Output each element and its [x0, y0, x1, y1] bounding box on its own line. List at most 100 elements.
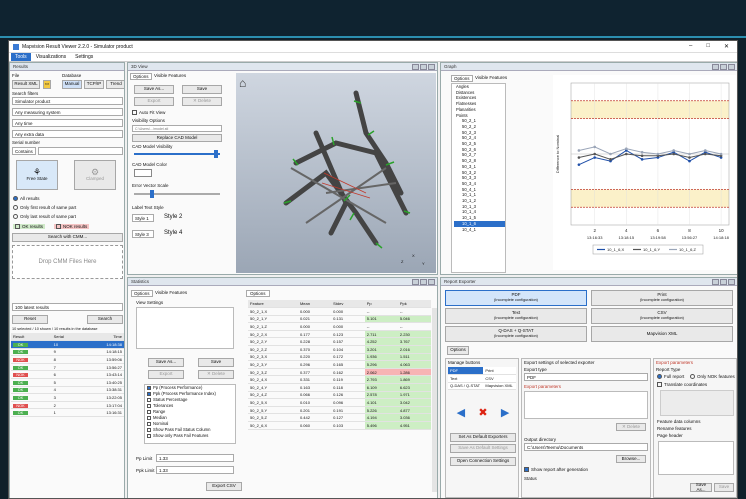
search-cmm-button[interactable]: Search with CMM... [12, 233, 123, 242]
export-params-list[interactable] [524, 391, 648, 419]
trend-button[interactable]: Trend [106, 80, 124, 89]
result-xml-button[interactable]: Result XML [12, 80, 40, 89]
stats-col-feature[interactable]: Feature [248, 300, 298, 309]
page-header-box[interactable] [658, 441, 734, 475]
replace-cad-button[interactable]: Replace CAD Model [132, 134, 222, 142]
export-delete-button[interactable]: ✕ Delete [616, 423, 646, 431]
table-row[interactable]: 50_2_3,Y 0.296 0.165 5.296 4.063 [248, 360, 431, 369]
show-report-check[interactable]: Show report after generation [524, 467, 588, 473]
table-row[interactable]: 50_2_4,Z 0.066 0.126 2.578 1.971 [248, 391, 431, 400]
panel-min-icon[interactable] [712, 278, 719, 285]
exporter-button[interactable]: PDF (Incomplete configuration) [445, 290, 587, 306]
contains-select[interactable]: Contains [12, 147, 36, 155]
latest-results-select[interactable]: 100 latest results [12, 303, 123, 311]
stats-options-button[interactable]: Options [246, 290, 270, 297]
panel-min-icon[interactable] [412, 63, 419, 70]
panel-max-icon[interactable] [420, 63, 427, 70]
ok-results-check[interactable]: OK results [13, 224, 46, 230]
tab-options[interactable]: Options [130, 73, 152, 80]
viewport-3d[interactable]: ⌂ Z X Y [236, 73, 436, 273]
minimize-button[interactable]: – [689, 43, 692, 50]
panel-max-icon[interactable] [420, 278, 427, 285]
panel-max-icon[interactable] [720, 278, 727, 285]
exporter-button[interactable]: Mapvision XML [591, 326, 733, 342]
cad-color-swatch[interactable] [134, 169, 152, 177]
folder-icon[interactable]: ▭ [43, 80, 51, 89]
table-row[interactable]: 50_2_4,Y 0.163 0.118 6.109 6.623 [248, 383, 431, 392]
menu-tools[interactable]: Tools [11, 53, 31, 61]
table-row[interactable]: OK 1 13:16:31 [11, 408, 124, 418]
panel-close-icon[interactable] [728, 278, 735, 285]
panel-max-icon[interactable] [720, 63, 727, 70]
product-filter[interactable]: Simulator product [12, 97, 123, 105]
panel-min-icon[interactable] [712, 63, 719, 70]
manual-button[interactable]: Manual [62, 80, 82, 89]
stats-save-as-button[interactable]: Save As... [148, 358, 184, 367]
table-row[interactable]: NOK 6 13:43:14 [11, 370, 124, 380]
extra-data-filter[interactable]: Any extra data [12, 130, 123, 138]
style4-option[interactable]: Style 4 [164, 230, 182, 236]
panel-close-icon[interactable] [428, 63, 435, 70]
drop-zone[interactable]: Drop CMM Files Here [12, 245, 123, 279]
error-scale-handle[interactable] [150, 190, 154, 198]
stats-export-button[interactable]: Export [148, 370, 184, 379]
table-row[interactable]: 50_2_2,X 0.177 0.123 2.711 2.230 [248, 330, 431, 339]
only-nok-radio[interactable]: Only NOK features [690, 374, 735, 380]
panel-min-icon[interactable] [412, 278, 419, 285]
table-row[interactable]: OK 7 13:56:27 [11, 363, 124, 372]
pp-limit-input[interactable]: 1.33 [156, 454, 234, 462]
nok-results-check[interactable]: NOK results [54, 224, 90, 230]
translate-check[interactable]: Translate coordinates [657, 382, 707, 388]
view-export-button[interactable]: Export [134, 97, 174, 106]
graph-chart[interactable]: 2 13:16:33 4 13:18:15 6 13:19:58 8 13:56:27 10 14… [553, 75, 736, 270]
stats-tab-options[interactable]: Options [131, 290, 153, 297]
tcp-ip-button[interactable]: TCP/IP [84, 80, 104, 89]
radio-first[interactable]: Only first result of same part [13, 205, 76, 211]
style2-option[interactable]: Style 2 [164, 214, 182, 220]
view-save-as-button[interactable]: Save As... [134, 85, 174, 94]
table-row[interactable]: 50_2_1,X 0.000 0.000 -- -- [248, 307, 431, 316]
table-row[interactable]: 50_2_3,Z 0.377 0.162 2.062 1.286 [248, 368, 431, 377]
time-filter[interactable]: Any time [12, 119, 123, 127]
stats-tab-visible[interactable]: Visible Features [153, 290, 189, 295]
full-report-radio[interactable]: Full report [657, 374, 684, 380]
open-connection-button[interactable]: Open Connection Settings [450, 457, 516, 466]
tree-item[interactable]: 10_4_1 [454, 227, 505, 233]
table-row[interactable]: OK 5 13:40:25 [11, 378, 124, 387]
translate-fields[interactable] [660, 390, 734, 416]
feature-tree[interactable]: Angles Distances Existences Flatnesses Plana… [451, 83, 506, 273]
col-time[interactable]: Time [82, 333, 124, 342]
exporter-button[interactable]: CSV (Incomplete configuration) [591, 308, 733, 324]
export-type-select[interactable]: PDF [524, 373, 648, 381]
exporter-button[interactable]: Print (Incomplete configuration) [591, 290, 733, 306]
table-row[interactable]: 50_2_6,X 0.060 0.103 5.496 4.951 [248, 421, 431, 430]
browse-button[interactable]: Browse... [616, 455, 646, 463]
save-default-settings-button[interactable]: Save As Default Settings [450, 444, 516, 453]
ppk-limit-input[interactable]: 1.33 [156, 466, 234, 474]
params-save-as-button[interactable]: Save As... [690, 482, 712, 492]
table-row[interactable]: 50_2_4,X 0.331 0.119 2.793 1.869 [248, 375, 431, 385]
cad-visibility-handle[interactable] [214, 150, 218, 158]
stats-col-ppk[interactable]: Ppk [397, 300, 431, 309]
table-row[interactable]: OK 4 13:38:31 [11, 386, 124, 395]
list-item[interactable]: PDF Print [448, 367, 516, 376]
table-row[interactable]: NOK 8 13:59:06 [11, 355, 124, 364]
autofit-check[interactable]: Auto Fit View [132, 110, 165, 116]
stats-scrollbar[interactable] [432, 308, 437, 492]
table-row[interactable]: 50_2_5,Y 0.201 0.191 5.226 4.877 [248, 406, 431, 415]
style3-option[interactable]: Style 3 [132, 230, 154, 238]
clamped-button[interactable]: ⚙ Clamped [74, 160, 116, 190]
menu-visualizations[interactable]: Visualizations [32, 53, 70, 61]
col-serial[interactable]: Serial [51, 333, 83, 342]
stats-col-mean[interactable]: Mean [297, 300, 332, 309]
view-settings-list[interactable] [136, 307, 234, 349]
arrow-left-icon[interactable]: ◀ [457, 406, 465, 419]
radio-last[interactable]: Only last result of same part [13, 214, 76, 220]
panel-close-icon[interactable] [428, 278, 435, 285]
stats-check-item[interactable]: Show only Pass Fail Features [147, 433, 235, 439]
export-csv-button[interactable]: Export CSV [206, 482, 242, 491]
table-row[interactable]: 50_2_5,Z 0.442 0.127 4.194 3.036 [248, 413, 431, 422]
search-button[interactable]: Search [87, 315, 123, 324]
free-state-button[interactable]: ⚘ Free State [16, 160, 58, 190]
view-delete-button[interactable]: ✕ Delete [182, 97, 222, 106]
